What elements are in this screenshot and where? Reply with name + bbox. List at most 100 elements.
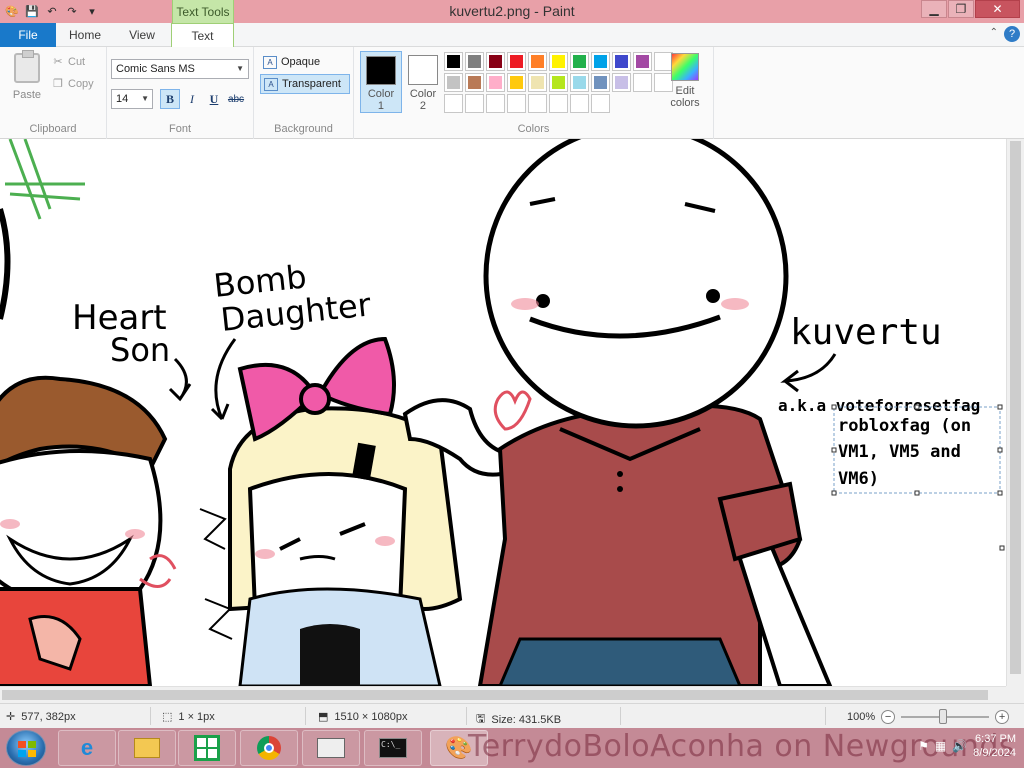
- strikethrough-button[interactable]: abc: [226, 89, 246, 109]
- save-icon[interactable]: 💾: [24, 4, 40, 20]
- palette-color-fill: [510, 76, 523, 89]
- palette-color-swatch[interactable]: [612, 73, 631, 92]
- palette-color-fill: [468, 55, 481, 68]
- redo-icon[interactable]: ↷: [64, 4, 80, 20]
- zoom-in-button[interactable]: +: [995, 710, 1010, 724]
- palette-color-swatch[interactable]: [591, 94, 610, 113]
- palette-color-swatch[interactable]: [528, 94, 547, 113]
- palette-color-swatch[interactable]: [465, 94, 484, 113]
- chrome-icon: [257, 736, 281, 760]
- transparent-option[interactable]: A Transparent: [260, 74, 350, 94]
- palette-color-swatch[interactable]: [633, 52, 652, 71]
- palette-color-swatch[interactable]: [549, 52, 568, 71]
- zoom-out-button[interactable]: −: [881, 710, 896, 724]
- cut-button[interactable]: ✂ Cut: [52, 55, 85, 69]
- paint-app-icon[interactable]: 🎨: [4, 4, 20, 20]
- palette-color-swatch[interactable]: [570, 73, 589, 92]
- palette-color-fill: [615, 76, 628, 89]
- palette-color-swatch[interactable]: [486, 52, 505, 71]
- palette-color-swatch[interactable]: [591, 73, 610, 92]
- palette-color-swatch[interactable]: [528, 52, 547, 71]
- tab-text[interactable]: Text: [171, 23, 234, 48]
- transparent-label: Transparent: [282, 78, 341, 90]
- zoom-slider[interactable]: [901, 709, 990, 724]
- palette-color-swatch[interactable]: [444, 73, 463, 92]
- tab-file[interactable]: File: [0, 23, 56, 47]
- textbox-line-1: robloxfag (on: [838, 416, 971, 436]
- taskbar-window-app[interactable]: [302, 730, 360, 766]
- close-button[interactable]: ✕: [975, 0, 1020, 18]
- start-button[interactable]: [6, 730, 46, 766]
- palette-color-fill: [594, 55, 607, 68]
- color1-button[interactable]: Color 1: [360, 51, 402, 113]
- volume-icon[interactable]: 🔊: [952, 739, 967, 753]
- palette-color-fill: [468, 76, 481, 89]
- palette-color-swatch[interactable]: [444, 52, 463, 71]
- copy-button[interactable]: ❐ Copy: [52, 77, 94, 91]
- opaque-option[interactable]: A Opaque: [260, 52, 350, 72]
- palette-color-swatch[interactable]: [612, 52, 631, 71]
- font-size-select[interactable]: 14 ▼: [111, 89, 153, 109]
- action-center-icon[interactable]: ⚑: [918, 739, 929, 753]
- palette-color-swatch[interactable]: [486, 73, 505, 92]
- maximize-button[interactable]: ❐: [948, 0, 974, 18]
- tab-view[interactable]: View: [114, 23, 170, 47]
- taskbar-paint[interactable]: 🎨: [430, 730, 488, 766]
- vertical-scrollbar[interactable]: [1006, 139, 1024, 686]
- taskbar-command-prompt[interactable]: C:\_: [364, 730, 422, 766]
- palette-color-swatch[interactable]: [528, 73, 547, 92]
- textbox-line-3: VM6): [838, 469, 879, 489]
- window-title: kuvertu2.png - Paint: [449, 3, 575, 19]
- underline-button[interactable]: U: [204, 89, 224, 109]
- edit-colors-button[interactable]: Edit colors: [662, 53, 708, 109]
- palette-color-swatch[interactable]: [549, 94, 568, 113]
- heart-son-line2: Son: [110, 331, 170, 369]
- customize-qat-icon[interactable]: ▾: [84, 4, 100, 20]
- help-icon[interactable]: ?: [1004, 26, 1020, 42]
- palette-color-fill: [489, 97, 502, 110]
- cursor-position-value: 577, 382px: [21, 710, 76, 723]
- transparent-icon: A: [264, 77, 278, 91]
- palette-color-swatch[interactable]: [486, 94, 505, 113]
- paste-button[interactable]: Paste: [8, 50, 46, 105]
- taskbar: e C:\_ 🎨 TerrydoBoloAconha on Newgrounds…: [0, 728, 1024, 768]
- clock[interactable]: 6:37 PM 8/9/2024: [973, 732, 1016, 760]
- taskbar-store[interactable]: [178, 730, 236, 766]
- palette-color-swatch[interactable]: [507, 52, 526, 71]
- cursor-position: ✛ 577, 382px: [6, 710, 76, 724]
- drawing-canvas[interactable]: Heart Son Bomb Daughter kuvertu a.k.a vo…: [0, 139, 1006, 686]
- taskbar-internet-explorer[interactable]: e: [58, 730, 116, 766]
- font-family-select[interactable]: Comic Sans MS ▼: [111, 59, 249, 79]
- color2-button[interactable]: Color 2: [402, 51, 444, 113]
- zoom-slider-thumb[interactable]: [939, 709, 948, 724]
- text-tool-box[interactable]: robloxfag (on VM1, VM5 and VM6): [831, 404, 1005, 551]
- minimize-button[interactable]: ▁: [921, 0, 947, 18]
- horizontal-scrollbar[interactable]: [0, 686, 1006, 703]
- clipboard-icon: [14, 50, 40, 83]
- palette-color-fill: [447, 97, 460, 110]
- collapse-ribbon-icon[interactable]: ⌃: [990, 27, 998, 38]
- taskbar-file-explorer[interactable]: [118, 730, 176, 766]
- palette-color-swatch[interactable]: [444, 94, 463, 113]
- palette-color-fill: [510, 97, 523, 110]
- palette-color-swatch[interactable]: [507, 94, 526, 113]
- palette-color-swatch[interactable]: [465, 73, 484, 92]
- taskbar-chrome[interactable]: [240, 730, 298, 766]
- bold-button[interactable]: B: [160, 89, 180, 109]
- palette-color-swatch[interactable]: [465, 52, 484, 71]
- color2-swatch: [408, 55, 438, 85]
- horizontal-scroll-thumb[interactable]: [2, 690, 988, 700]
- palette-color-swatch[interactable]: [549, 73, 568, 92]
- tab-home[interactable]: Home: [56, 23, 114, 47]
- italic-button[interactable]: I: [182, 89, 202, 109]
- palette-color-swatch[interactable]: [570, 52, 589, 71]
- undo-icon[interactable]: ↶: [44, 4, 60, 20]
- vertical-scroll-thumb[interactable]: [1010, 141, 1021, 674]
- window-controls: ▁ ❐ ✕: [920, 0, 1020, 18]
- palette-color-swatch[interactable]: [570, 94, 589, 113]
- palette-color-swatch[interactable]: [633, 73, 652, 92]
- color2-label: Color 2: [409, 88, 437, 112]
- palette-color-swatch[interactable]: [591, 52, 610, 71]
- palette-color-swatch[interactable]: [507, 73, 526, 92]
- network-icon[interactable]: ▦: [935, 739, 946, 753]
